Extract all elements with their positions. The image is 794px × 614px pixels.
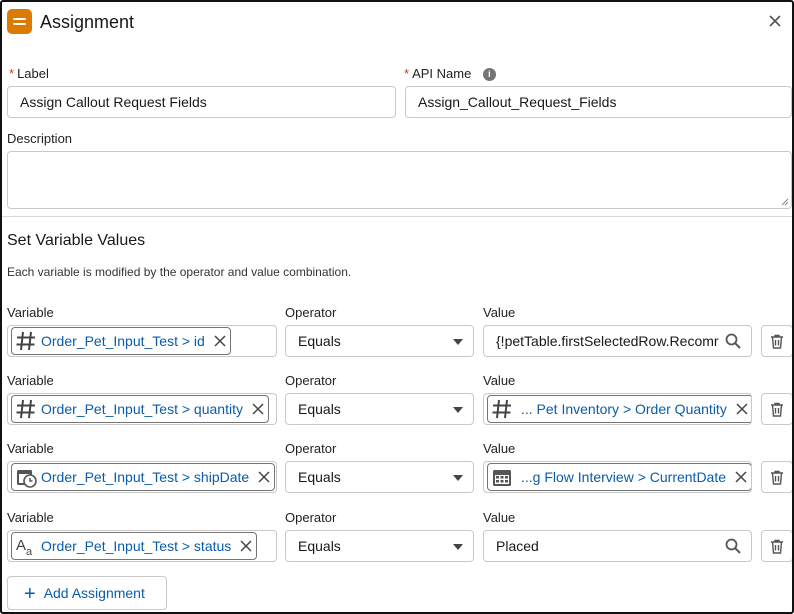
chevron-down-icon	[453, 544, 463, 550]
info-icon[interactable]: i	[482, 68, 496, 81]
label-input[interactable]: Assign Callout Request Fields	[7, 86, 396, 118]
remove-icon[interactable]	[251, 402, 265, 416]
value-text: {!petTable.firstSelectedRow.Recomr	[496, 333, 719, 349]
remove-icon[interactable]	[257, 470, 271, 484]
delete-row-button[interactable]	[761, 393, 792, 425]
value-column-label: Value	[483, 373, 516, 388]
chevron-down-icon	[453, 339, 463, 345]
trash-icon	[771, 334, 783, 349]
value-column-label: Value	[483, 305, 516, 320]
variable-combobox[interactable]: Order_Pet_Input_Test > quantity	[7, 393, 277, 425]
remove-icon[interactable]	[213, 334, 227, 348]
remove-icon[interactable]	[734, 470, 748, 484]
variable-combobox[interactable]: Order_Pet_Input_Test > id	[7, 325, 277, 357]
modal-title: Assignment	[40, 12, 135, 32]
operator-select[interactable]: Equals	[285, 325, 474, 357]
operator-select[interactable]: Equals	[285, 530, 474, 562]
svg-text:a: a	[26, 546, 33, 557]
section-title: Set Variable Values	[7, 232, 146, 249]
operator-value: Equals	[298, 333, 341, 349]
section-divider	[2, 216, 792, 217]
value-pill[interactable]: ... Pet Inventory > Order Quantity	[487, 395, 751, 423]
operator-column-label: Operator	[285, 305, 337, 320]
delete-row-button[interactable]	[761, 461, 792, 493]
value-input[interactable]: Placed	[483, 530, 752, 562]
trash-icon	[771, 470, 783, 485]
variable-column-label: Variable	[7, 510, 54, 525]
variable-pill[interactable]: Order_Pet_Input_Test > id	[11, 327, 231, 355]
operator-select[interactable]: Equals	[285, 461, 474, 493]
variable-pill-label: Order_Pet_Input_Test > status	[41, 538, 232, 554]
date-icon	[493, 470, 511, 486]
chevron-down-icon	[453, 407, 463, 413]
chevron-down-icon	[453, 475, 463, 481]
delete-row-button[interactable]	[761, 325, 792, 357]
trash-icon	[771, 402, 783, 417]
value-column-label: Value	[483, 510, 516, 525]
api-name-input[interactable]: Assign_Callout_Request_Fields	[405, 86, 792, 118]
number-icon	[492, 399, 511, 419]
search-icon	[725, 538, 741, 554]
value-column-label: Value	[483, 441, 516, 456]
svg-text:A: A	[16, 537, 26, 554]
variable-column-label: Variable	[7, 441, 54, 456]
remove-icon[interactable]	[239, 539, 253, 553]
variable-combobox[interactable]: A a Order_Pet_Input_Test > status	[7, 530, 277, 562]
variable-pill-label: Order_Pet_Input_Test > quantity	[41, 401, 243, 417]
datetime-icon	[17, 470, 37, 488]
modal-header: Assignment	[2, 2, 792, 44]
trash-icon	[771, 539, 783, 554]
search-icon	[725, 333, 741, 349]
variable-pill[interactable]: A a Order_Pet_Input_Test > status	[11, 532, 258, 560]
operator-column-label: Operator	[285, 373, 337, 388]
assignment-modal: Assignment * Label Assign Callout Request…	[0, 0, 794, 614]
variable-pill-label: Order_Pet_Input_Test > shipDate	[41, 469, 250, 485]
variable-combobox[interactable]: Order_Pet_Input_Test > shipDate	[7, 461, 277, 493]
delete-row-button[interactable]	[761, 530, 792, 562]
operator-column-label: Operator	[285, 441, 337, 456]
value-pill[interactable]: ...g Flow Interview > CurrentDate	[487, 463, 751, 491]
close-icon[interactable]	[764, 11, 786, 33]
add-assignment-label: Add Assignment	[43, 585, 145, 601]
remove-icon[interactable]	[735, 402, 749, 416]
api-name-field-label: * API Name i	[404, 66, 496, 81]
number-icon	[16, 331, 35, 351]
value-text: Placed	[496, 538, 539, 554]
resize-grip-icon[interactable]	[781, 198, 789, 206]
operator-value: Equals	[298, 538, 341, 554]
value-combobox[interactable]: ...g Flow Interview > CurrentDate	[483, 461, 752, 493]
variable-pill-label: Order_Pet_Input_Test > id	[41, 333, 205, 349]
operator-value: Equals	[298, 469, 341, 485]
section-description: Each variable is modified by the operato…	[7, 265, 352, 279]
value-input[interactable]: {!petTable.firstSelectedRow.Recomr	[483, 325, 752, 357]
variable-column-label: Variable	[7, 305, 54, 320]
description-label: Description	[7, 131, 73, 146]
add-assignment-button[interactable]: + Add Assignment	[7, 576, 167, 610]
number-icon	[16, 399, 35, 419]
label-field-label: * Label	[9, 66, 49, 81]
operator-select[interactable]: Equals	[285, 393, 474, 425]
operator-value: Equals	[298, 401, 341, 417]
variable-pill[interactable]: Order_Pet_Input_Test > shipDate	[11, 463, 276, 491]
operator-column-label: Operator	[285, 510, 337, 525]
variable-pill[interactable]: Order_Pet_Input_Test > quantity	[11, 395, 269, 423]
description-textarea[interactable]	[7, 151, 792, 209]
variable-column-label: Variable	[7, 373, 54, 388]
value-pill-label: ...g Flow Interview > CurrentDate	[521, 469, 727, 485]
assignment-icon	[7, 9, 32, 34]
text-icon: A a	[16, 537, 33, 557]
plus-icon: +	[24, 583, 36, 605]
value-combobox[interactable]: ... Pet Inventory > Order Quantity	[483, 393, 752, 425]
value-pill-label: ... Pet Inventory > Order Quantity	[521, 401, 727, 417]
